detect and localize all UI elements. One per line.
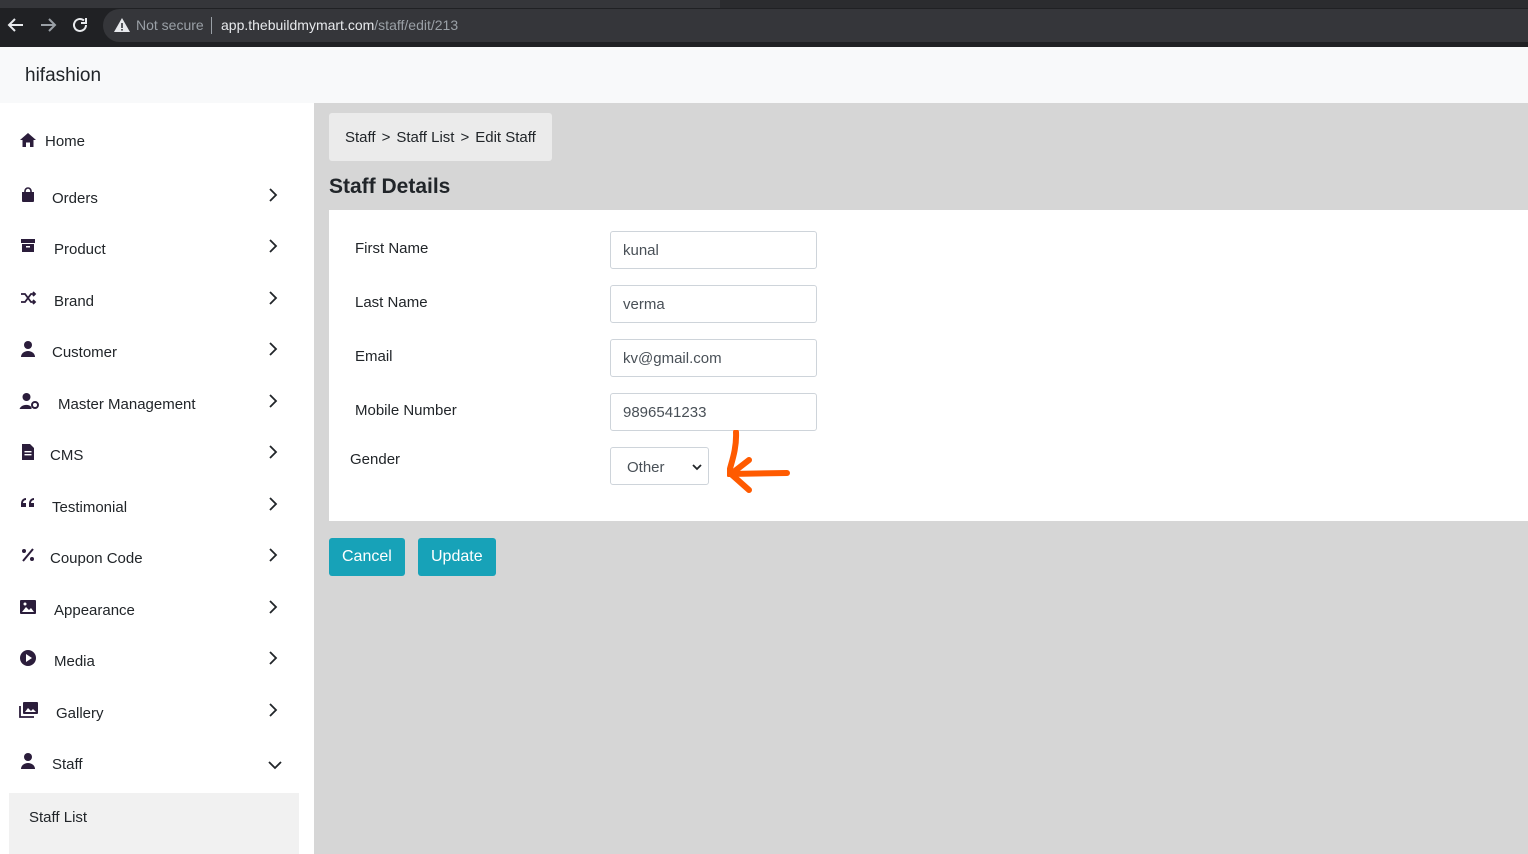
sidebar-item-label: Media [54,653,95,670]
url-text[interactable]: app.thebuildmymart.com/staff/edit/213 [221,17,458,33]
back-icon[interactable] [5,14,27,36]
chevron-right-icon [269,445,278,459]
chevron-right-icon [269,239,278,253]
sidebar-item-label: Orders [52,190,98,207]
breadcrumb: Staff > Staff List > Edit Staff [329,113,552,161]
sidebar-subitem-staff-list[interactable]: Staff List [29,809,87,826]
url-path: /staff/edit/213 [374,17,459,33]
sidebar-item-customer[interactable]: Customer [0,332,300,372]
chevron-right-icon [269,651,278,665]
sidebar-item-label: Product [54,241,106,258]
main-content: Staff > Staff List > Edit Staff Staff De… [314,103,1528,854]
tab-strip-right [720,0,1528,8]
last-name-input[interactable] [610,285,817,323]
last-name-label: Last Name [355,294,428,311]
page-title: Staff Details [329,175,451,198]
images-icon [19,702,38,718]
browser-chrome: Not secure app.thebuildmymart.com/staff/… [0,0,1528,47]
url-host: app.thebuildmymart.com [221,17,375,33]
sidebar-item-label: Coupon Code [50,550,143,567]
chevron-right-icon [269,548,278,562]
sidebar-item-label: Home [45,133,86,150]
email-input[interactable] [610,339,817,377]
user-icon [21,341,35,357]
first-name-input[interactable] [610,231,817,269]
chevron-right-icon [269,394,278,408]
sidebar-item-master-management[interactable]: Master Management [0,384,300,424]
staff-submenu: Staff List [9,793,299,854]
breadcrumb-separator: > [381,128,391,146]
quote-icon [21,498,34,507]
archive-icon [21,239,35,252]
chevron-right-icon [269,600,278,614]
image-icon [20,600,36,614]
sidebar-item-label: Gallery [56,705,104,722]
sidebar-item-home[interactable]: Home [0,121,300,161]
sidebar-item-product[interactable]: Product [0,229,300,269]
sidebar-item-label: Testimonial [52,499,128,516]
sidebar: Home Orders Product Brand Customer Maste… [0,103,314,854]
sidebar-item-media[interactable]: Media [0,641,300,681]
gender-select[interactable]: Other [610,447,709,485]
sidebar-item-appearance[interactable]: Appearance [0,590,300,630]
breadcrumb-edit-staff: Edit Staff [475,128,536,146]
chevron-right-icon [269,703,278,717]
home-icon [20,133,36,147]
reload-icon[interactable] [69,14,91,36]
percent-icon [22,548,34,562]
sidebar-item-label: CMS [50,447,84,464]
sidebar-item-testimonial[interactable]: Testimonial [0,487,300,527]
first-name-label: First Name [355,240,429,257]
chevron-right-icon [269,342,278,356]
breadcrumb-staff[interactable]: Staff [345,129,376,146]
mobile-number-label: Mobile Number [355,402,457,419]
shuffle-icon [21,291,37,305]
sidebar-item-label: Staff [52,756,83,773]
breadcrumb-separator: > [460,128,470,146]
sidebar-item-orders[interactable]: Orders [0,178,300,218]
user-icon [21,753,35,769]
address-separator [211,17,212,34]
sidebar-item-cms[interactable]: CMS [0,435,300,475]
chevron-right-icon [269,291,278,305]
security-label: Not secure [136,17,204,33]
sidebar-item-gallery[interactable]: Gallery [0,693,300,733]
forward-icon[interactable] [37,14,59,36]
chevron-down-icon [692,464,702,471]
cancel-button[interactable]: Cancel [329,538,405,576]
email-label: Email [355,348,393,365]
gender-label: Gender [350,451,401,468]
sidebar-item-label: Master Management [58,396,196,413]
sidebar-item-label: Appearance [54,602,135,619]
chevron-right-icon [269,497,278,511]
staff-form-card: First Name Last Name Email Mobile Number… [329,210,1528,521]
sidebar-item-staff[interactable]: Staff [0,744,300,784]
address-bar[interactable]: Not secure app.thebuildmymart.com/staff/… [103,9,1528,42]
chevron-right-icon [269,188,278,202]
sidebar-item-brand[interactable]: Brand [0,281,300,321]
shopping-bag-icon [22,187,34,202]
update-button[interactable]: Update [418,538,496,576]
app-header: hifashion [0,47,1528,103]
annotation-arrow-icon [727,430,790,493]
mobile-number-input[interactable] [610,393,817,431]
sidebar-item-label: Customer [52,344,118,361]
file-icon [22,444,34,460]
sidebar-item-coupon-code[interactable]: Coupon Code [0,538,300,578]
breadcrumb-staff-list[interactable]: Staff List [396,129,454,146]
brand-name[interactable]: hifashion [25,65,101,87]
warning-icon [114,18,130,32]
user-gear-icon [19,393,39,409]
play-circle-icon [20,650,36,666]
sidebar-item-label: Brand [54,293,95,310]
gender-selected-value: Other [627,459,665,476]
chevron-down-icon [268,761,282,770]
